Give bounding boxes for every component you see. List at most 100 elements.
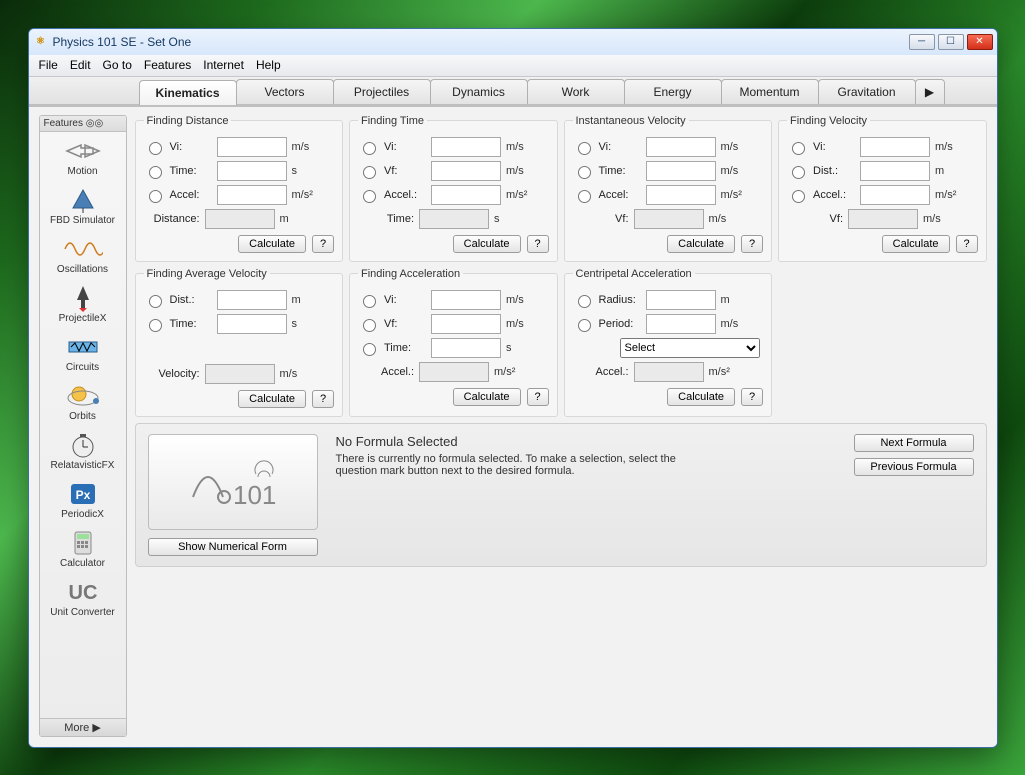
input-field[interactable] [646, 137, 716, 157]
help-button[interactable]: ? [741, 388, 763, 406]
tab-momentum[interactable]: Momentum [721, 79, 819, 104]
input-field[interactable] [646, 161, 716, 181]
row-radio[interactable] [363, 295, 376, 308]
menu-edit[interactable]: Edit [70, 58, 91, 72]
input-field[interactable] [431, 338, 501, 358]
input-field[interactable] [431, 314, 501, 334]
input-field[interactable] [431, 161, 501, 181]
calculate-button[interactable]: Calculate [453, 235, 521, 253]
sidebar-item-calculator[interactable]: Calculator [40, 524, 126, 573]
input-field[interactable] [217, 314, 287, 334]
maximize-button[interactable]: ☐ [938, 34, 964, 50]
row-radio[interactable] [792, 142, 805, 155]
sidebar-item-fbd-simulator[interactable]: FBD Simulator [40, 181, 126, 230]
output-field [205, 209, 275, 229]
input-field[interactable] [431, 137, 501, 157]
output-field [419, 209, 489, 229]
tab-gravitation[interactable]: Gravitation [818, 79, 916, 104]
row-radio[interactable] [792, 190, 805, 203]
row-radio[interactable] [578, 142, 591, 155]
input-field[interactable] [860, 161, 930, 181]
input-field[interactable] [217, 290, 287, 310]
row-radio[interactable] [578, 319, 591, 332]
tab-projectiles[interactable]: Projectiles [333, 79, 431, 104]
row-radio[interactable] [363, 319, 376, 332]
help-button[interactable]: ? [527, 235, 549, 253]
row-radio[interactable] [149, 142, 162, 155]
row-label: Accel.: [358, 366, 414, 378]
tab-energy[interactable]: Energy [624, 79, 722, 104]
sidebar-item-label: FBD Simulator [50, 215, 115, 226]
row-label: Accel: [170, 189, 212, 201]
row-radio[interactable] [149, 190, 162, 203]
panel-finding-average-velocity: Finding Average VelocityDist.:mTime:sVel… [135, 268, 344, 417]
calculate-button[interactable]: Calculate [667, 235, 735, 253]
help-button[interactable]: ? [527, 388, 549, 406]
input-field[interactable] [646, 314, 716, 334]
input-field[interactable] [217, 185, 287, 205]
input-field[interactable] [217, 137, 287, 157]
row-radio[interactable] [578, 166, 591, 179]
help-button[interactable]: ? [312, 390, 334, 408]
previous-formula-button[interactable]: Previous Formula [854, 458, 974, 476]
sidebar-item-circuits[interactable]: Circuits [40, 328, 126, 377]
sidebar-item-motion[interactable]: Motion [40, 132, 126, 181]
sidebar-item-periodicx[interactable]: PxPeriodicX [40, 475, 126, 524]
menu-help[interactable]: Help [256, 58, 281, 72]
calculate-button[interactable]: Calculate [238, 235, 306, 253]
row-radio[interactable] [149, 319, 162, 332]
menu-features[interactable]: Features [144, 58, 191, 72]
tab-kinematics[interactable]: Kinematics [139, 80, 237, 105]
row-radio[interactable] [578, 295, 591, 308]
calculate-button[interactable]: Calculate [667, 388, 735, 406]
tab-more[interactable]: ▶ [915, 79, 945, 104]
show-numerical-button[interactable]: Show Numerical Form [148, 538, 318, 556]
close-button[interactable]: ✕ [967, 34, 993, 50]
row-radio[interactable] [363, 190, 376, 203]
row-radio[interactable] [149, 166, 162, 179]
minimize-button[interactable]: ─ [909, 34, 935, 50]
help-button[interactable]: ? [956, 235, 978, 253]
tab-vectors[interactable]: Vectors [236, 79, 334, 104]
row-radio[interactable] [363, 166, 376, 179]
calculate-button[interactable]: Calculate [882, 235, 950, 253]
panel-title: Finding Acceleration [358, 268, 463, 280]
input-field[interactable] [431, 290, 501, 310]
row-radio[interactable] [363, 343, 376, 356]
titlebar: ⚛ Physics 101 SE - Set One ─ ☐ ✕ [29, 29, 997, 55]
input-field[interactable] [217, 161, 287, 181]
tab-dynamics[interactable]: Dynamics [430, 79, 528, 104]
menu-internet[interactable]: Internet [203, 58, 244, 72]
input-field[interactable] [646, 290, 716, 310]
sidebar-item-label: Calculator [60, 558, 105, 569]
input-field[interactable] [646, 185, 716, 205]
select-input[interactable]: Select [620, 338, 760, 358]
input-field[interactable] [431, 185, 501, 205]
calculate-button[interactable]: Calculate [238, 390, 306, 408]
sidebar-item-projectilex[interactable]: ProjectileX [40, 279, 126, 328]
help-button[interactable]: ? [741, 235, 763, 253]
row-radio[interactable] [149, 295, 162, 308]
menu-file[interactable]: File [39, 58, 58, 72]
next-formula-button[interactable]: Next Formula [854, 434, 974, 452]
sidebar-more[interactable]: More ▶ [40, 718, 126, 736]
calculate-button[interactable]: Calculate [453, 388, 521, 406]
formula-thumbnail: 101 [148, 434, 318, 530]
row-radio[interactable] [792, 166, 805, 179]
row-radio[interactable] [578, 190, 591, 203]
sidebar-item-orbits[interactable]: Orbits [40, 377, 126, 426]
orbit-icon [63, 381, 103, 411]
input-field[interactable] [860, 137, 930, 157]
sidebar-item-unit-converter[interactable]: UCUnit Converter [40, 573, 126, 622]
unit-label: m/s [721, 141, 751, 153]
tab-work[interactable]: Work [527, 79, 625, 104]
panel-title: Finding Time [358, 115, 427, 127]
sidebar-item-oscillations[interactable]: Oscillations [40, 230, 126, 279]
sidebar-item-relatavisticfx[interactable]: RelatavisticFX [40, 426, 126, 475]
input-field[interactable] [860, 185, 930, 205]
help-button[interactable]: ? [312, 235, 334, 253]
menu-goto[interactable]: Go to [103, 58, 132, 72]
circuit-icon [63, 332, 103, 362]
unit-label: s [292, 165, 322, 177]
row-radio[interactable] [363, 142, 376, 155]
